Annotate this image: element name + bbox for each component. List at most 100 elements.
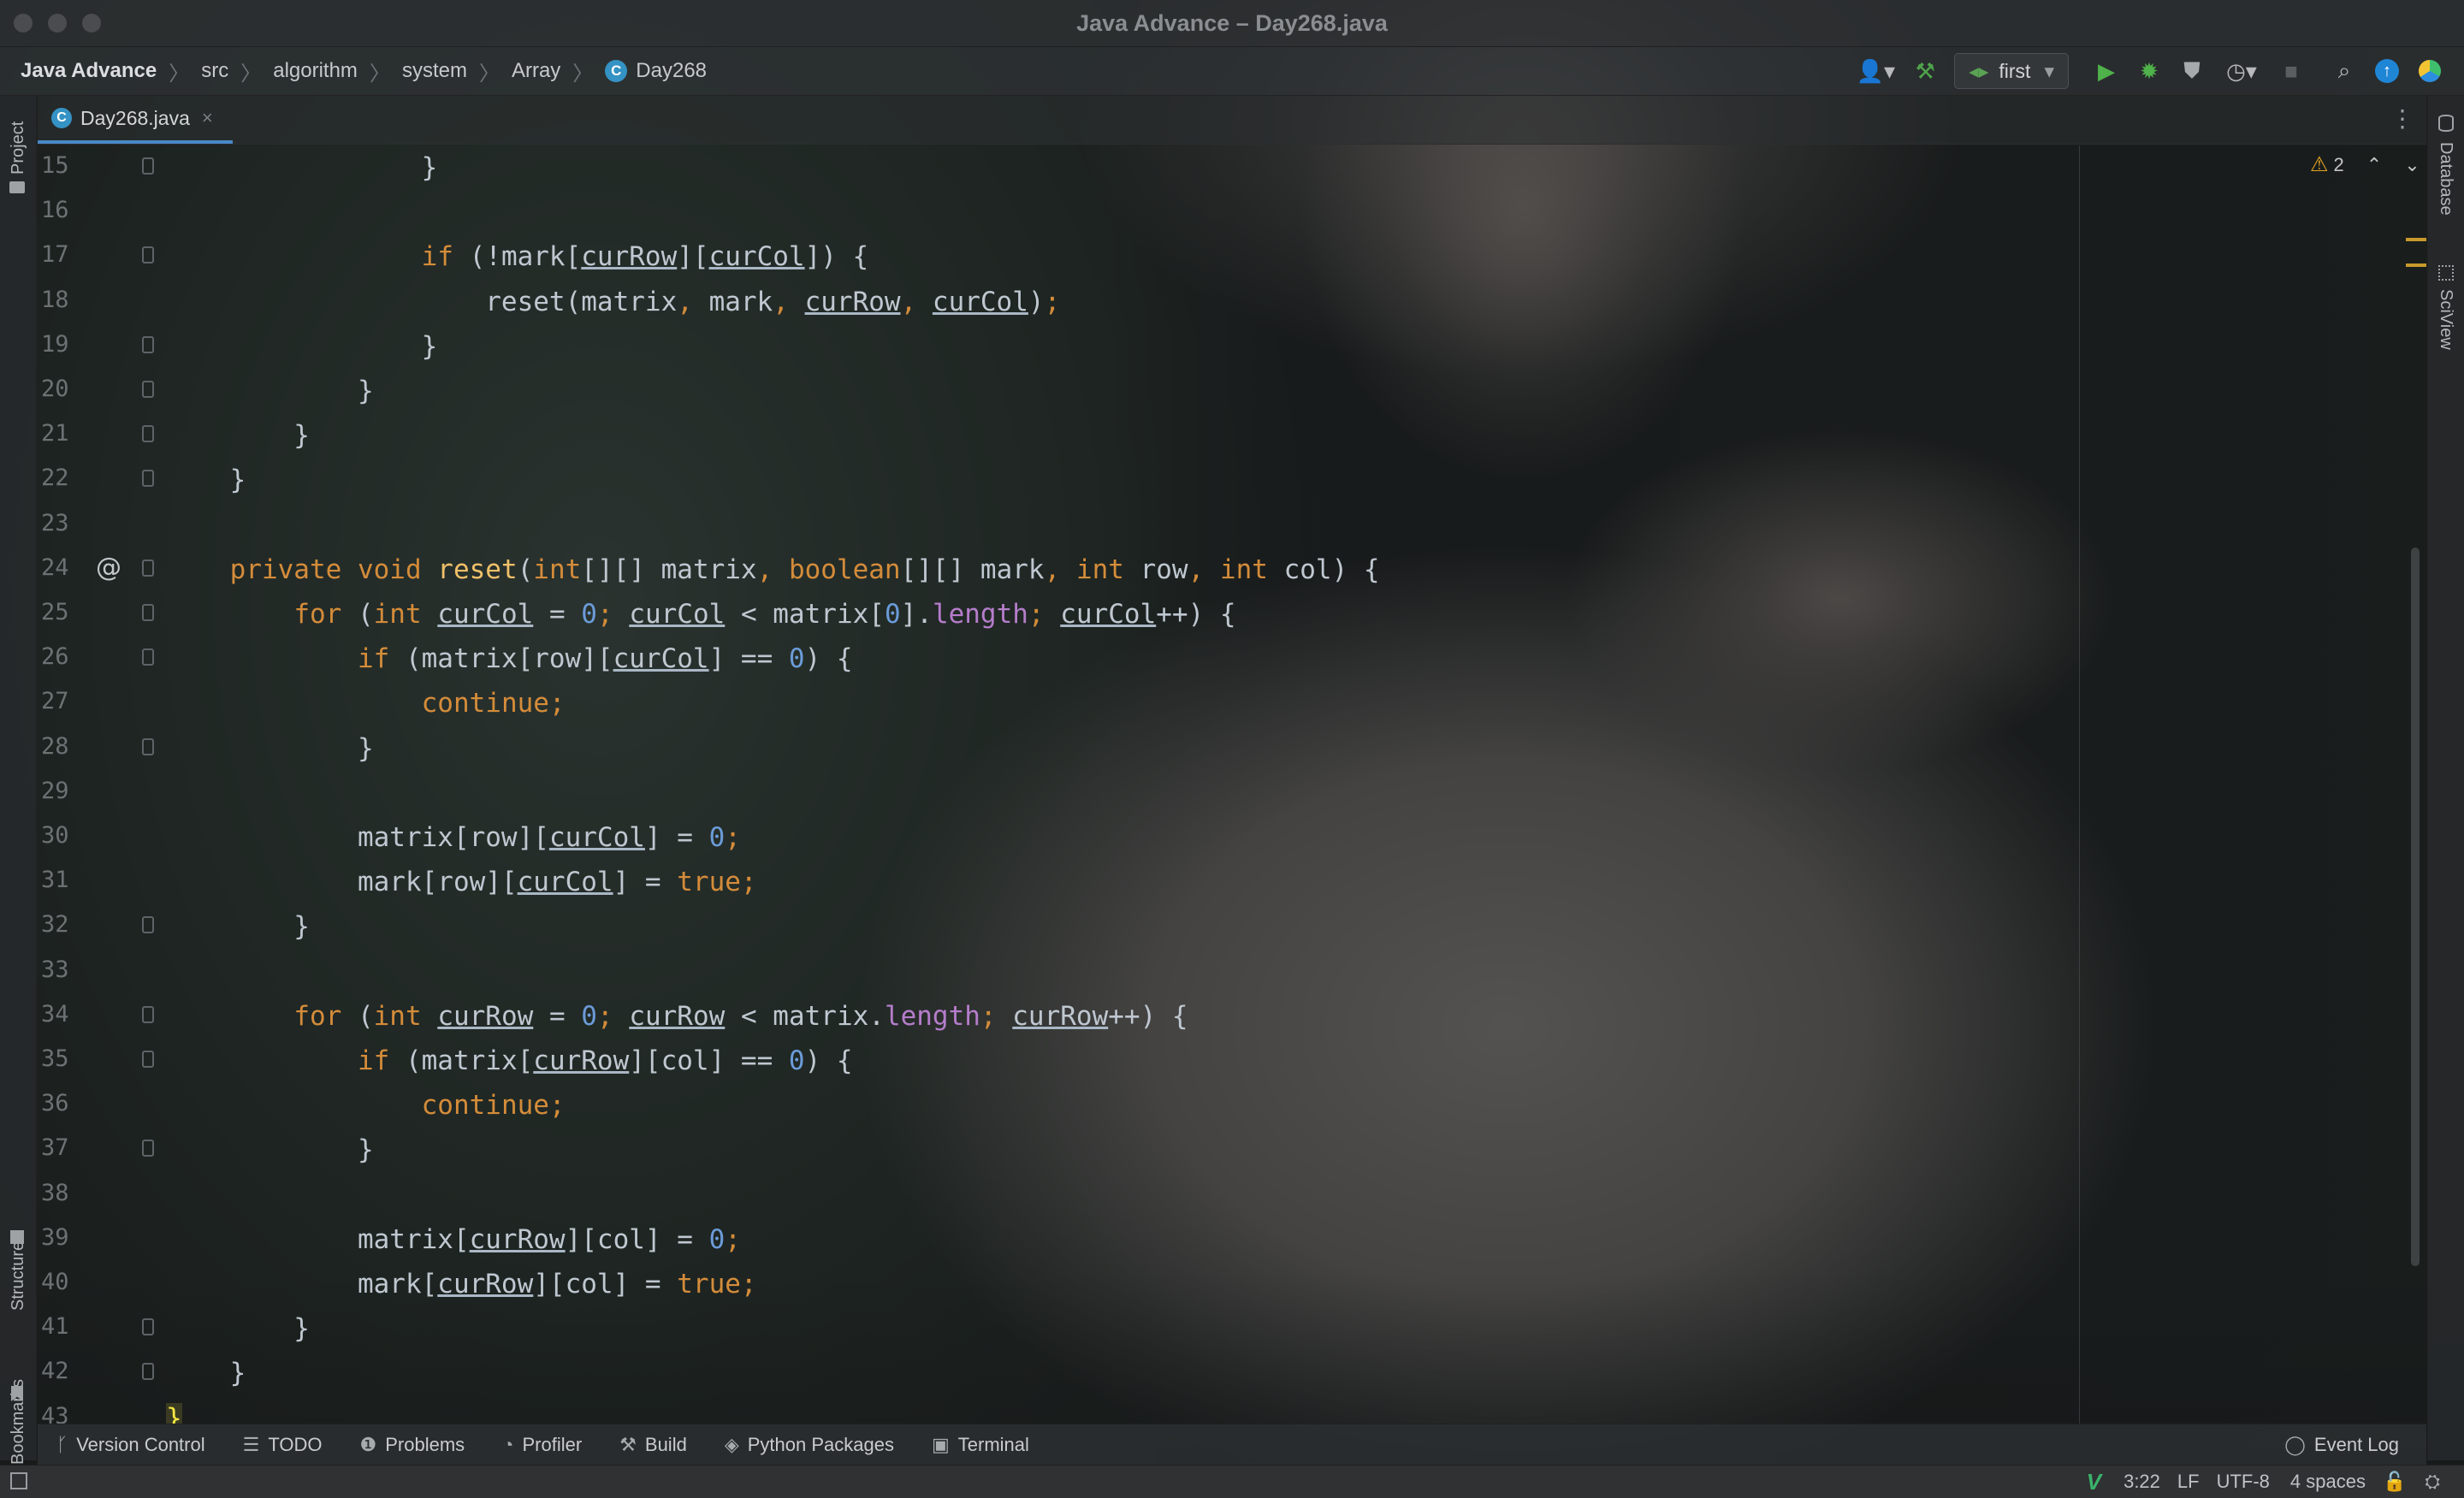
code-line[interactable]: } <box>166 904 310 949</box>
run-icon[interactable]: ▶ <box>2089 54 2123 88</box>
code-line[interactable]: } <box>166 1128 374 1172</box>
database-tool-button[interactable]: Database <box>2436 142 2455 216</box>
problems-tool[interactable]: ❶ Problems <box>360 1434 465 1456</box>
fold-marker-icon[interactable] <box>142 916 154 934</box>
code-line[interactable]: matrix[curRow][col] = 0; <box>166 1217 741 1262</box>
editor-scrollbar[interactable] <box>2411 548 2420 1266</box>
fold-marker-icon[interactable] <box>142 1005 154 1023</box>
line-number[interactable]: 34 <box>41 1001 86 1027</box>
terminal-tool[interactable]: ▣ Terminal <box>932 1434 1029 1456</box>
line-number[interactable]: 35 <box>41 1045 86 1072</box>
code-line[interactable]: private void reset(int[][] matrix, boole… <box>166 548 1380 592</box>
user-icon[interactable]: 👤▾ <box>1851 54 1899 88</box>
line-number[interactable]: 27 <box>41 688 86 714</box>
profiler-tool[interactable]: ◔ Profiler <box>502 1434 582 1456</box>
vim-v-icon[interactable]: V <box>2087 1469 2101 1495</box>
line-number[interactable]: 36 <box>41 1090 86 1116</box>
line-number[interactable]: 33 <box>41 956 86 983</box>
line-number[interactable]: 28 <box>41 733 86 760</box>
code-line[interactable]: } <box>166 1306 310 1351</box>
file-encoding[interactable]: UTF-8 <box>2217 1471 2270 1493</box>
lock-icon[interactable]: 🔓 <box>2383 1471 2406 1493</box>
caret-position[interactable]: 3:22 <box>2123 1471 2160 1493</box>
line-number[interactable]: 20 <box>41 376 86 402</box>
toggle-panels-icon[interactable] <box>10 1472 27 1489</box>
todo-tool[interactable]: ☰ TODO <box>243 1434 323 1456</box>
line-number[interactable]: 26 <box>41 643 86 670</box>
code-line[interactable]: if (matrix[curRow][col] == 0) { <box>166 1039 853 1083</box>
build-tool[interactable]: ⚒ Build <box>619 1434 687 1456</box>
line-number[interactable]: 18 <box>41 287 86 313</box>
code-line[interactable]: matrix[row][curCol] = 0; <box>166 815 741 860</box>
event-log-tool[interactable]: ◯ Event Log <box>2284 1424 2399 1465</box>
debug-icon[interactable]: ✹ <box>2132 54 2166 88</box>
code-line[interactable]: continue; <box>166 681 566 725</box>
line-number[interactable]: 37 <box>41 1134 86 1161</box>
code-line[interactable]: for (int curRow = 0; curRow < matrix.len… <box>166 994 1188 1039</box>
fold-marker-icon[interactable] <box>142 157 154 175</box>
fold-marker-icon[interactable] <box>142 737 154 755</box>
indent-setting[interactable]: 4 spaces <box>2290 1471 2366 1493</box>
inspection-widget[interactable]: ⚠ 2 ⌃ ⌄ <box>2310 152 2420 177</box>
breadcrumb-algorithm[interactable]: algorithm <box>273 59 358 83</box>
more-options-icon[interactable]: ⋮ <box>2390 104 2414 133</box>
build-hammer-icon[interactable]: ⚒ <box>1908 54 1942 88</box>
fold-marker-icon[interactable] <box>142 246 154 264</box>
fold-marker-icon[interactable] <box>142 1051 154 1068</box>
line-number[interactable]: 21 <box>41 420 86 447</box>
project-tool-button[interactable]: Project <box>9 121 28 175</box>
line-number[interactable]: 16 <box>41 197 86 223</box>
sciview-tool-button[interactable]: SciView <box>2436 289 2455 350</box>
tab-day268-java[interactable]: C Day268.java × <box>38 96 233 144</box>
fold-marker-icon[interactable] <box>142 381 154 398</box>
fold-marker-icon[interactable] <box>142 335 154 353</box>
next-highlight-icon[interactable]: ⌄ <box>2404 154 2420 176</box>
close-icon[interactable]: × <box>202 107 213 129</box>
plugin-icon[interactable] <box>2413 54 2447 88</box>
code-line[interactable]: mark[curRow][col] = true; <box>166 1262 757 1306</box>
line-number[interactable]: 23 <box>41 510 86 536</box>
fold-marker-icon[interactable] <box>142 604 154 621</box>
line-number[interactable]: 40 <box>41 1269 86 1295</box>
breadcrumb-array[interactable]: Array <box>512 59 560 83</box>
line-number[interactable]: 25 <box>41 599 86 625</box>
code-line[interactable]: for (int curCol = 0; curCol < matrix[0].… <box>166 592 1235 637</box>
stop-icon[interactable]: ■ <box>2274 54 2308 88</box>
fold-marker-icon[interactable] <box>142 1318 154 1336</box>
code-line[interactable]: reset(matrix, mark, curRow, curCol); <box>166 280 1060 324</box>
breadcrumb-class[interactable]: C Day268 <box>605 59 707 83</box>
code-line[interactable]: continue; <box>166 1083 566 1128</box>
code-line[interactable]: } <box>166 324 438 369</box>
fold-marker-icon[interactable] <box>142 648 154 666</box>
line-number[interactable]: 31 <box>41 867 86 893</box>
version-control-tool[interactable]: ᚴ Version Control <box>56 1434 205 1456</box>
line-number[interactable]: 38 <box>41 1180 86 1206</box>
inspection-profile-icon[interactable]: ⛭ <box>2425 1471 2440 1493</box>
warning-stripe-mark[interactable] <box>2406 238 2426 241</box>
line-number[interactable]: 19 <box>41 331 86 358</box>
code-line[interactable]: } <box>166 369 374 413</box>
breadcrumb-project[interactable]: Java Advance <box>21 59 157 83</box>
fold-marker-icon[interactable] <box>142 425 154 443</box>
breadcrumb-system[interactable]: system <box>402 59 467 83</box>
update-icon[interactable]: ↑ <box>2370 54 2404 88</box>
line-number[interactable]: 17 <box>41 241 86 268</box>
fold-marker-icon[interactable] <box>142 559 154 577</box>
code-line[interactable]: } <box>166 413 310 458</box>
structure-tool-button[interactable]: Structure <box>9 1241 28 1311</box>
line-number[interactable]: 22 <box>41 465 86 491</box>
fold-marker-icon[interactable] <box>142 470 154 488</box>
previous-highlight-icon[interactable]: ⌃ <box>2366 154 2382 176</box>
line-separator[interactable]: LF <box>2177 1471 2200 1493</box>
code-line[interactable]: } <box>166 1396 182 1424</box>
line-number[interactable]: 32 <box>41 911 86 938</box>
line-number[interactable]: 41 <box>41 1313 86 1340</box>
line-number[interactable]: 39 <box>41 1224 86 1251</box>
code-line[interactable]: } <box>166 726 374 771</box>
line-number[interactable]: 29 <box>41 778 86 804</box>
line-number[interactable]: 30 <box>41 822 86 849</box>
fold-marker-icon[interactable] <box>142 1140 154 1158</box>
line-number[interactable]: 43 <box>41 1403 86 1424</box>
code-line[interactable]: } <box>166 145 438 190</box>
coverage-icon[interactable]: ⛊ <box>2175 54 2209 88</box>
